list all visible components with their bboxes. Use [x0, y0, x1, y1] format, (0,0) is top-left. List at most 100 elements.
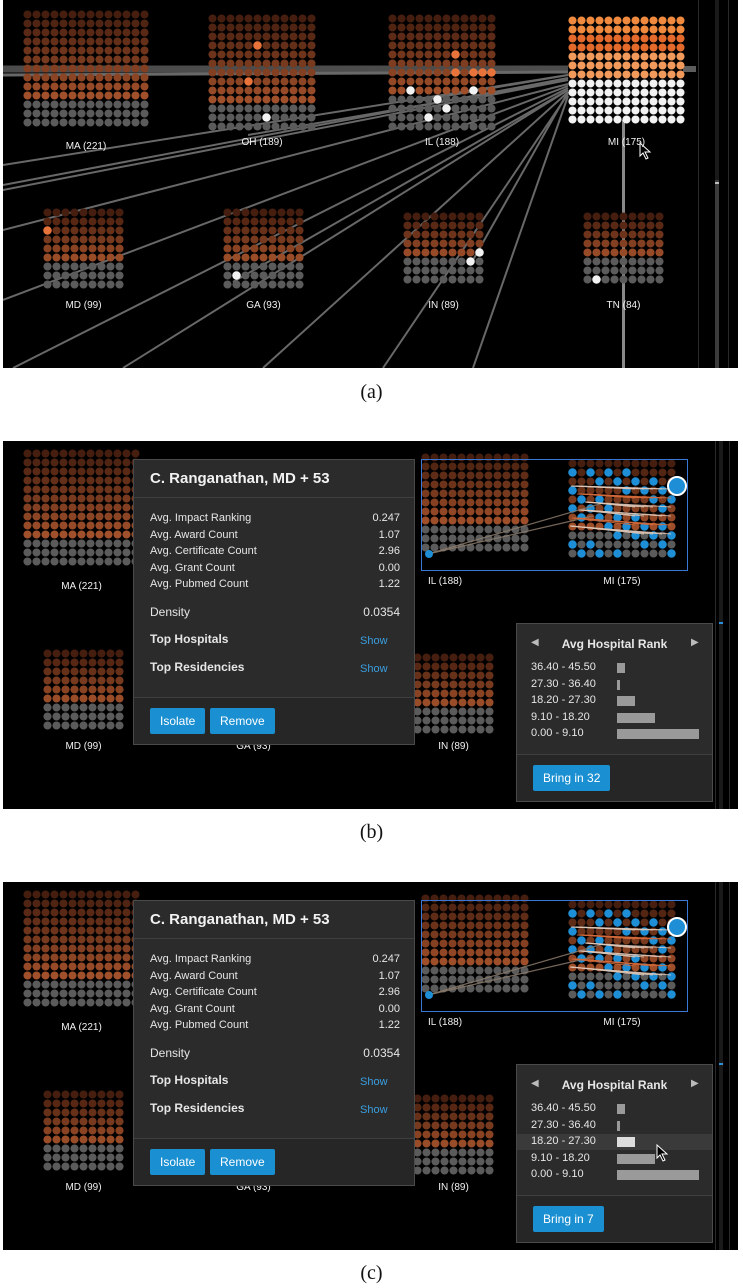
rank-row[interactable]: 27.30 - 36.40 — [517, 1118, 712, 1134]
rank-row[interactable]: 0.00 - 9.10 — [517, 1167, 712, 1183]
hospital-rank-title: Avg Hospital Rank — [561, 637, 668, 651]
member-dot — [241, 253, 250, 262]
member-dot — [77, 10, 86, 19]
selection-handle[interactable] — [666, 916, 688, 938]
member-dot — [97, 217, 106, 226]
divider — [134, 938, 414, 939]
highlight-dot — [244, 77, 253, 86]
member-dot — [140, 91, 149, 100]
member-dot — [658, 43, 667, 52]
member-dot — [601, 230, 610, 239]
member-dot — [649, 115, 658, 124]
member-dot — [23, 46, 32, 55]
cluster-tn[interactable] — [583, 212, 664, 284]
rank-row[interactable]: 36.40 - 45.50 — [517, 1101, 712, 1117]
member-dot — [122, 37, 131, 46]
member-dot — [217, 41, 226, 50]
member-dot — [131, 109, 140, 118]
member-dot — [649, 52, 658, 61]
cluster-ma[interactable] — [23, 10, 149, 127]
member-dot — [646, 275, 655, 284]
rank-row[interactable]: 36.40 - 45.50 — [517, 660, 712, 676]
cluster-in[interactable] — [403, 212, 484, 284]
selection-box[interactable] — [421, 459, 688, 571]
member-dot — [131, 55, 140, 64]
member-dot — [613, 88, 622, 97]
member-dot — [43, 271, 52, 280]
show-hospitals-link[interactable]: Show — [360, 635, 388, 647]
show-hospitals-link[interactable]: Show — [360, 1076, 388, 1088]
cluster-ga[interactable] — [223, 208, 304, 289]
member-dot — [277, 226, 286, 235]
member-dot — [41, 91, 50, 100]
next-arrow-icon[interactable]: ▶ — [691, 637, 699, 648]
member-dot — [32, 109, 41, 118]
member-dot — [61, 271, 70, 280]
member-dot — [289, 50, 298, 59]
cluster-mi[interactable] — [568, 16, 685, 124]
member-dot — [262, 77, 271, 86]
member-dot — [610, 248, 619, 257]
isolate-button[interactable]: Isolate — [150, 1149, 206, 1175]
rank-row[interactable]: 27.30 - 36.40 — [517, 677, 712, 693]
mouse-cursor-icon — [656, 1143, 670, 1167]
show-residencies-link[interactable]: Show — [360, 663, 388, 675]
hospital-rank-panel: ◀ Avg Hospital Rank ▶ 36.40 - 45.50 27.30 - … — [516, 1064, 713, 1243]
member-dot — [307, 23, 316, 32]
rank-bar — [617, 679, 620, 690]
member-dot — [388, 86, 397, 95]
member-dot — [253, 104, 262, 113]
metric-label: Avg. Impact Ranking — [150, 953, 252, 965]
scrollbar-thumb[interactable] — [715, 180, 719, 368]
member-dot — [77, 91, 86, 100]
rank-row[interactable]: 18.20 - 27.30 — [517, 693, 712, 709]
member-dot — [658, 25, 667, 34]
member-dot — [397, 41, 406, 50]
rank-range-label: 9.10 - 18.20 — [531, 710, 590, 723]
member-dot — [68, 10, 77, 19]
remove-button[interactable]: Remove — [210, 708, 275, 734]
member-dot — [131, 46, 140, 55]
selection-box[interactable] — [421, 900, 688, 1012]
member-dot — [106, 217, 115, 226]
member-dot — [397, 59, 406, 68]
highlight-dot — [475, 248, 484, 257]
selection-handle[interactable] — [666, 475, 688, 497]
member-dot — [388, 95, 397, 104]
member-dot — [68, 19, 77, 28]
cluster-oh[interactable] — [208, 14, 316, 131]
member-dot — [97, 208, 106, 217]
rank-row[interactable]: 9.10 - 18.20 — [517, 1151, 712, 1167]
member-dot — [50, 100, 59, 109]
member-dot — [271, 113, 280, 122]
member-dot — [208, 14, 217, 23]
rank-row[interactable]: 18.20 - 27.30 — [517, 1134, 712, 1150]
member-dot — [421, 248, 430, 257]
member-dot — [487, 113, 496, 122]
show-residencies-link[interactable]: Show — [360, 1104, 388, 1116]
rank-row[interactable]: 0.00 - 9.10 — [517, 726, 712, 742]
member-dot — [235, 32, 244, 41]
member-dot — [655, 275, 664, 284]
member-dot — [568, 115, 577, 124]
member-dot — [397, 32, 406, 41]
member-dot — [113, 73, 122, 82]
rank-row[interactable]: 9.10 - 18.20 — [517, 710, 712, 726]
bring-in-button[interactable]: Bring in 32 — [533, 765, 611, 791]
remove-button[interactable]: Remove — [210, 1149, 275, 1175]
cluster-il[interactable] — [388, 14, 496, 131]
cluster-md[interactable] — [43, 208, 124, 289]
member-dot — [307, 59, 316, 68]
isolate-button[interactable]: Isolate — [150, 708, 206, 734]
member-dot — [95, 118, 104, 127]
density-value: 0.0354 — [363, 1046, 400, 1060]
member-dot — [223, 253, 232, 262]
member-dot — [226, 59, 235, 68]
member-dot — [469, 59, 478, 68]
bring-in-button[interactable]: Bring in 7 — [533, 1206, 604, 1232]
member-dot — [97, 271, 106, 280]
member-dot — [59, 109, 68, 118]
member-dot — [307, 14, 316, 23]
highlight-dot — [43, 226, 52, 235]
next-arrow-icon[interactable]: ▶ — [691, 1078, 699, 1089]
